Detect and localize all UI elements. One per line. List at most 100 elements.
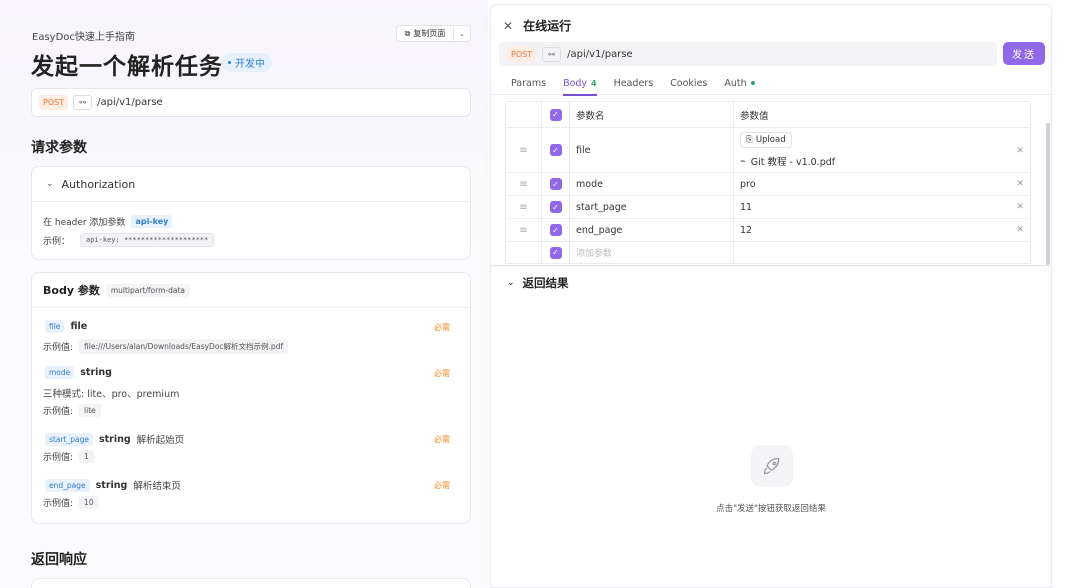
- example-value: lite: [79, 404, 101, 417]
- tab-auth[interactable]: Auth: [724, 71, 755, 95]
- table-row: ≡ ✓ mode pro ✕: [505, 172, 1031, 196]
- param-row: start_page string 解析起始页: [45, 432, 184, 446]
- param-value: pro: [740, 178, 756, 190]
- param-example: 示例值: file:///Users/alan/Downloads/EasyDo…: [43, 339, 289, 354]
- tab-label: Cookies: [670, 77, 708, 89]
- param-type: string: [98, 433, 131, 445]
- auth-example: 示例： api-key: ********************: [43, 233, 215, 247]
- param-name-cell[interactable]: file: [569, 127, 734, 173]
- add-param-input[interactable]: 添加参数: [569, 241, 734, 264]
- page-title: 发起一个解析任务: [31, 54, 223, 80]
- method-badge: POST: [39, 95, 69, 110]
- param-name: mode: [45, 366, 75, 379]
- example-value: 1: [79, 450, 94, 463]
- remove-row-icon[interactable]: ✕: [1016, 202, 1024, 212]
- chevron-down-icon: ⌄: [459, 29, 465, 38]
- param-value-cell[interactable]: pro ✕: [733, 172, 1031, 196]
- auth-key-tag: api-key: [131, 215, 173, 228]
- param-value: 12: [740, 224, 753, 236]
- param-name-cell[interactable]: end_page: [569, 218, 734, 242]
- table-row: ≡ ✓ end_page 12 ✕: [505, 218, 1031, 242]
- param-row: file file: [45, 320, 87, 333]
- panel-divider[interactable]: [491, 265, 1051, 266]
- close-icon[interactable]: ✕: [503, 19, 513, 33]
- required-label: 必需: [434, 435, 450, 444]
- body-params-title: Body 参数: [43, 284, 100, 297]
- copy-dropdown-button[interactable]: ⌄: [454, 25, 471, 42]
- param-value: 11: [740, 201, 753, 213]
- param-example: 示例值: lite: [43, 404, 101, 417]
- drag-handle-icon[interactable]: ≡: [519, 145, 527, 156]
- link-icon[interactable]: ⚯: [542, 46, 562, 62]
- body-params-header: Body 参数 multipart/form-data: [32, 273, 470, 307]
- status-badge: 开发中: [221, 53, 272, 72]
- example-label: 示例值:: [43, 407, 74, 417]
- upload-label: Upload: [755, 135, 786, 145]
- tab-label: Auth: [724, 77, 747, 89]
- copy-icon: ⧉: [404, 28, 411, 38]
- tab-label: Body: [563, 77, 588, 89]
- drag-handle-icon[interactable]: ≡: [519, 179, 527, 190]
- upload-icon: ⎘: [746, 135, 753, 145]
- param-desc: 解析起始页: [136, 435, 185, 446]
- attached-file-name: Git 教程 - v1.0.pdf: [750, 157, 836, 168]
- param-extra: 三种模式: lite、pro、premium: [43, 389, 180, 400]
- copy-page-label: 复制页面: [413, 29, 446, 38]
- example-label: 示例值:: [43, 453, 74, 463]
- drag-handle-icon[interactable]: ≡: [519, 202, 527, 213]
- tab-body[interactable]: Body 4: [563, 71, 597, 96]
- status-badge-label: 开发中: [235, 59, 265, 70]
- remove-row-icon[interactable]: ✕: [1016, 146, 1024, 156]
- required-label: 必需: [434, 369, 450, 378]
- row-checkbox[interactable]: ✓: [549, 201, 562, 213]
- remove-row-icon[interactable]: ✕: [1016, 179, 1024, 189]
- auth-status-dot-icon: [750, 81, 755, 85]
- select-all-checkbox[interactable]: ✓: [549, 108, 562, 121]
- remove-row-icon[interactable]: ✕: [1016, 225, 1024, 235]
- attached-file[interactable]: ⌁ Git 教程 - v1.0.pdf: [740, 154, 1016, 169]
- row-checkbox[interactable]: ✓: [549, 246, 562, 259]
- copy-page-button[interactable]: ⧉ 复制页面: [396, 25, 454, 42]
- param-row: end_page string 解析结束页: [45, 478, 181, 492]
- chevron-down-icon: ⌄: [507, 278, 515, 288]
- param-row: mode string: [45, 366, 112, 379]
- row-checkbox[interactable]: ✓: [549, 178, 562, 190]
- authorization-title: Authorization: [61, 177, 136, 191]
- response-card: [31, 578, 471, 588]
- tab-cookies[interactable]: Cookies: [670, 71, 707, 95]
- auth-desc-text: 在 header 添加参数: [43, 218, 126, 228]
- tab-count: 4: [591, 78, 597, 88]
- example-value: 10: [79, 496, 99, 509]
- param-type: file: [70, 321, 88, 332]
- paperclip-icon: ⌁: [740, 155, 746, 167]
- status-dot-icon: [228, 61, 231, 64]
- tab-headers[interactable]: Headers: [614, 71, 654, 95]
- tab-label: Headers: [613, 77, 654, 89]
- upload-button[interactable]: ⎘ Upload: [740, 132, 792, 148]
- request-tabs: Params Body 4 Headers Cookies Auth: [491, 71, 1051, 96]
- body-params-table: ✓ 参数名 参数值 ≡ ✓ file ✕ ⎘ Upload ⌁ Git 教程 - v…: [505, 101, 1031, 264]
- authorization-card: ⌄ Authorization 在 header 添加参数 api-key 示例…: [31, 166, 471, 260]
- run-url-bar[interactable]: POST ⚯ /api/v1/parse: [499, 42, 997, 66]
- endpoint-box: POST ⚯ /api/v1/parse: [31, 88, 471, 117]
- result-header[interactable]: ⌄ 返回结果: [507, 275, 569, 291]
- param-value-cell[interactable]: 12 ✕: [733, 218, 1031, 242]
- table-scrollbar[interactable]: [1046, 123, 1050, 265]
- row-checkbox[interactable]: ✓: [549, 224, 562, 236]
- drag-handle-icon[interactable]: ≡: [519, 225, 527, 236]
- tab-params[interactable]: Params: [511, 71, 546, 95]
- example-label: 示例值:: [43, 343, 74, 353]
- authorization-header[interactable]: ⌄ Authorization: [32, 167, 470, 202]
- link-icon[interactable]: ⚯: [73, 95, 93, 110]
- request-params-heading: 请求参数: [31, 140, 87, 156]
- param-name-cell[interactable]: mode: [569, 172, 734, 196]
- example-label: 示例值:: [43, 499, 74, 509]
- send-button[interactable]: 发送: [1003, 42, 1045, 65]
- empty-result-hint: 点击"发送"按钮获取返回结果: [716, 504, 826, 514]
- param-name-cell[interactable]: start_page: [569, 195, 734, 219]
- col-name-header: 参数名: [569, 101, 734, 128]
- breadcrumb[interactable]: EasyDoc快速上手指南: [32, 28, 135, 43]
- row-checkbox[interactable]: ✓: [549, 144, 562, 156]
- param-value-cell[interactable]: 11 ✕: [733, 195, 1031, 219]
- param-type: string: [80, 367, 112, 378]
